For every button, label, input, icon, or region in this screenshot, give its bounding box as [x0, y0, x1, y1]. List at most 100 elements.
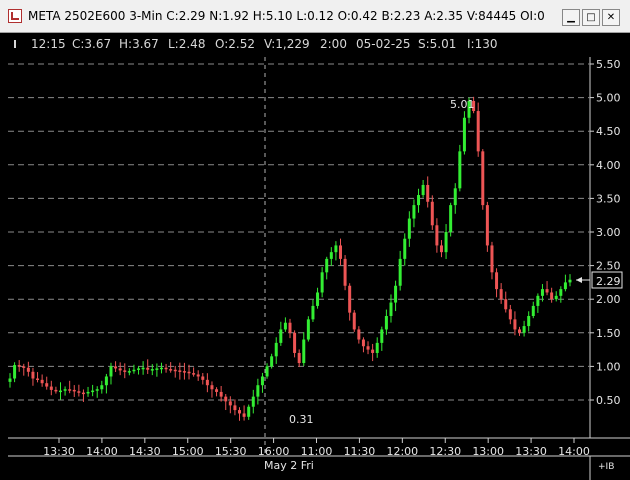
- candle-body: [242, 413, 246, 417]
- candle-body: [36, 378, 40, 380]
- candle-body: [17, 365, 21, 367]
- candle-body: [283, 322, 287, 330]
- candle-body: [137, 368, 141, 370]
- candle-body: [49, 386, 53, 390]
- candle-body: [490, 245, 494, 273]
- candle-body: [187, 371, 191, 374]
- candle-body: [545, 289, 549, 293]
- candle-body: [366, 346, 370, 350]
- candle-body: [384, 316, 388, 330]
- candle-body: [132, 369, 136, 372]
- chart-grid: [8, 57, 630, 480]
- candle-body: [13, 365, 17, 379]
- candle-body: [219, 391, 223, 397]
- candle-body: [540, 289, 544, 296]
- candle-body: [118, 368, 122, 371]
- candle-body: [22, 366, 26, 368]
- price-tick-label: 3.00: [596, 226, 621, 239]
- candle-body: [462, 117, 466, 152]
- price-tick-label: 3.50: [596, 192, 621, 205]
- time-tick-label: 14:30: [129, 445, 161, 458]
- candle-body: [192, 373, 196, 375]
- candle-body: [504, 299, 508, 310]
- candle-body: [54, 389, 58, 392]
- candle-body: [26, 367, 30, 372]
- candle-body: [527, 316, 531, 327]
- price-axis[interactable]: 5.50 5.00 4.50 4.00 3.50 3.00 2.50 2.00 1.50 1.00…: [596, 58, 621, 407]
- candle-body: [394, 285, 398, 303]
- candle-body: [421, 184, 425, 196]
- candle-body: [320, 272, 324, 293]
- candle-body: [274, 342, 278, 357]
- candle-body: [146, 367, 150, 370]
- candle-body: [398, 258, 402, 286]
- candle-body: [536, 295, 540, 306]
- candle-body: [476, 111, 480, 152]
- candle-body: [159, 367, 163, 370]
- time-tick-label: 12:30: [429, 445, 461, 458]
- candle-body: [224, 396, 228, 402]
- time-axis[interactable]: 13:30 14:00 14:30 15:00 15:30 16:00 11:00 11:30…: [43, 438, 590, 458]
- candle-body: [109, 366, 113, 377]
- candle-body: [426, 184, 430, 202]
- candle-body: [518, 329, 522, 333]
- candle-body: [554, 295, 558, 300]
- price-tick-label: 2.00: [596, 293, 621, 306]
- candle-body: [302, 339, 306, 364]
- candle-body: [325, 258, 329, 273]
- candle-body: [77, 391, 81, 393]
- candle-body: [311, 305, 315, 320]
- candle-body: [306, 319, 310, 340]
- candle-body: [8, 378, 12, 382]
- candle-body: [164, 367, 168, 370]
- candle-body: [513, 319, 517, 330]
- candle-body: [361, 339, 365, 347]
- candle-body: [155, 368, 159, 370]
- candle-body: [238, 410, 242, 414]
- candle-body: [439, 245, 443, 253]
- time-tick-label: 15:30: [215, 445, 247, 458]
- candle-body: [403, 238, 407, 259]
- candle-body: [279, 329, 283, 343]
- candle-body: [31, 371, 35, 379]
- candle-body: [343, 258, 347, 286]
- candle-body: [288, 322, 292, 333]
- time-tick-label: 15:00: [172, 445, 204, 458]
- candle-body: [380, 329, 384, 343]
- candle-body: [485, 205, 489, 246]
- price-tick-label: 5.00: [596, 92, 621, 105]
- candle-body: [297, 352, 301, 364]
- candle-body: [270, 356, 274, 367]
- candle-body: [100, 385, 104, 390]
- candle-body: [178, 370, 182, 372]
- price-tick-label: 4.50: [596, 125, 621, 138]
- candle-body: [559, 289, 563, 296]
- candle-body: [127, 371, 131, 373]
- candle-body: [417, 195, 421, 206]
- price-chart[interactable]: 5.50 5.00 4.50 4.00 3.50 3.00 2.50 2.00 1.50 1.00…: [0, 0, 630, 480]
- candle-body: [407, 218, 411, 239]
- candle-body: [201, 376, 205, 380]
- candle-body: [68, 389, 72, 391]
- candle-body: [196, 374, 200, 377]
- candle-body: [45, 383, 49, 387]
- candle-body: [228, 401, 232, 406]
- candle-body: [91, 390, 95, 393]
- time-tick-label: 14:00: [558, 445, 590, 458]
- candle-body: [348, 285, 352, 313]
- time-tick-label: 13:30: [515, 445, 547, 458]
- candle-body: [40, 379, 44, 384]
- candle-body: [260, 376, 264, 386]
- candle-body: [389, 302, 393, 316]
- time-tick-label: 13:30: [43, 445, 75, 458]
- price-tick-label: 0.50: [596, 394, 621, 407]
- candle-body: [444, 232, 448, 253]
- candle-body: [205, 379, 209, 386]
- price-tick-label: 5.50: [596, 58, 621, 71]
- candle-body: [357, 329, 361, 340]
- price-tick-label: 4.00: [596, 159, 621, 172]
- time-tick-label: 16:00: [258, 445, 290, 458]
- low-price-label: 0.31: [289, 413, 314, 426]
- candle-body: [81, 392, 85, 395]
- candle-body: [522, 326, 526, 333]
